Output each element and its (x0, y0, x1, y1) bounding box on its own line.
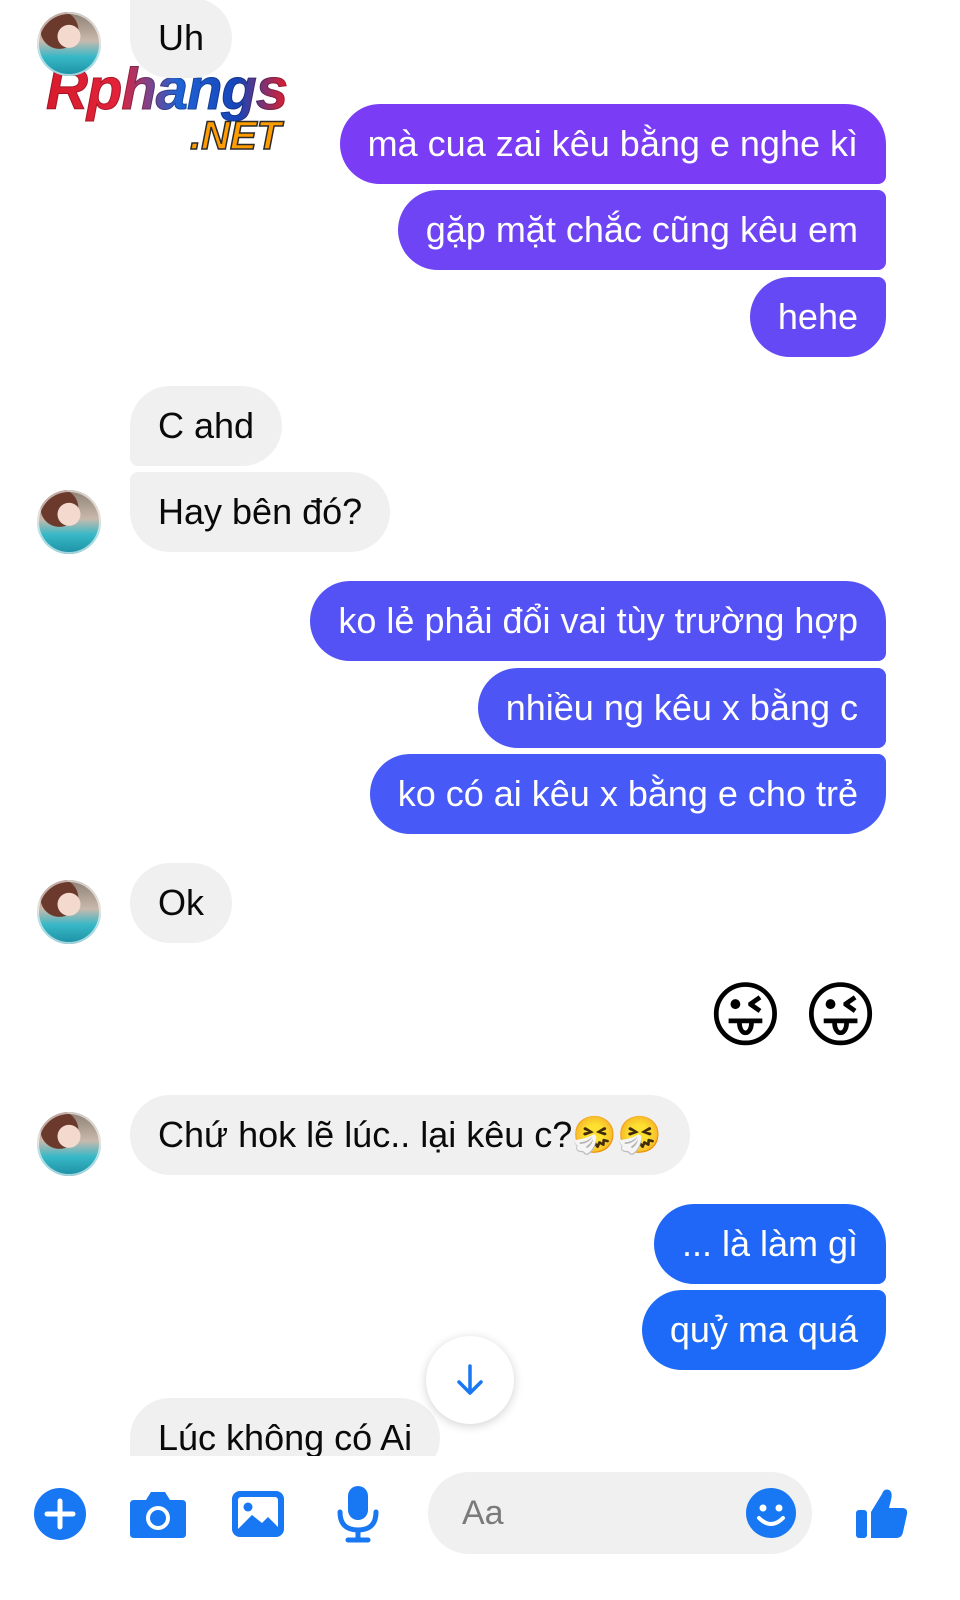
gallery-button[interactable] (228, 1484, 288, 1544)
winking-tongue-emoji-message[interactable]: 😜 😜 (708, 976, 878, 1056)
message-bubble-incoming[interactable]: Hay bên đó? (130, 472, 391, 552)
message-bubble-outgoing[interactable]: gặp mặt chắc cũng kêu em (397, 190, 886, 270)
message-bubble-incoming[interactable]: C ahd (130, 386, 283, 466)
scroll-to-bottom-button[interactable] (426, 1336, 514, 1424)
emoji-icon (746, 1488, 796, 1538)
message-input[interactable]: Aa (428, 1472, 812, 1554)
camera-button[interactable] (128, 1484, 188, 1544)
message-bubble-outgoing[interactable]: ko lẻ phải đổi vai tùy trường hợp (310, 581, 886, 661)
message-input-placeholder: Aa (462, 1494, 504, 1532)
message-bubble-outgoing[interactable]: ko có ai kêu x bằng e cho trẻ (369, 754, 886, 834)
contact-avatar[interactable] (37, 880, 101, 944)
mic-icon (337, 1486, 379, 1543)
more-actions-button[interactable] (30, 1484, 90, 1544)
message-bubble-outgoing[interactable]: nhiều ng kêu x bằng c (477, 668, 886, 748)
contact-avatar[interactable] (37, 1112, 101, 1176)
message-bubble-outgoing[interactable]: hehe (749, 277, 886, 357)
like-button[interactable] (852, 1484, 912, 1544)
voice-message-button[interactable] (328, 1484, 388, 1544)
camera-icon (130, 1492, 186, 1538)
watermark-sub-text: .NET (189, 113, 282, 159)
message-thread[interactable]: Rphangs .NET Uh mà cua zai kêu bằng e ng… (0, 0, 960, 1480)
contact-avatar[interactable] (37, 12, 101, 76)
emoji-picker-button[interactable] (740, 1482, 802, 1544)
message-bubble-outgoing[interactable]: ... là làm gì (653, 1204, 886, 1284)
thumbs-up-icon (856, 1489, 908, 1538)
contact-avatar[interactable] (37, 490, 101, 554)
message-bubble-incoming[interactable]: Uh (130, 0, 233, 78)
message-bubble-incoming[interactable]: Chứ hok lẽ lúc.. lại kêu c?🤧🤧 (130, 1095, 690, 1175)
message-bubble-outgoing[interactable]: mà cua zai kêu bằng e nghe kì (339, 104, 886, 184)
plus-icon (34, 1488, 86, 1540)
message-bubble-outgoing[interactable]: quỷ ma quá (641, 1290, 886, 1370)
image-icon (232, 1491, 284, 1537)
message-bubble-incoming[interactable]: Ok (130, 863, 233, 943)
message-composer: Aa (0, 1456, 960, 1600)
arrow-down-icon (457, 1364, 483, 1395)
